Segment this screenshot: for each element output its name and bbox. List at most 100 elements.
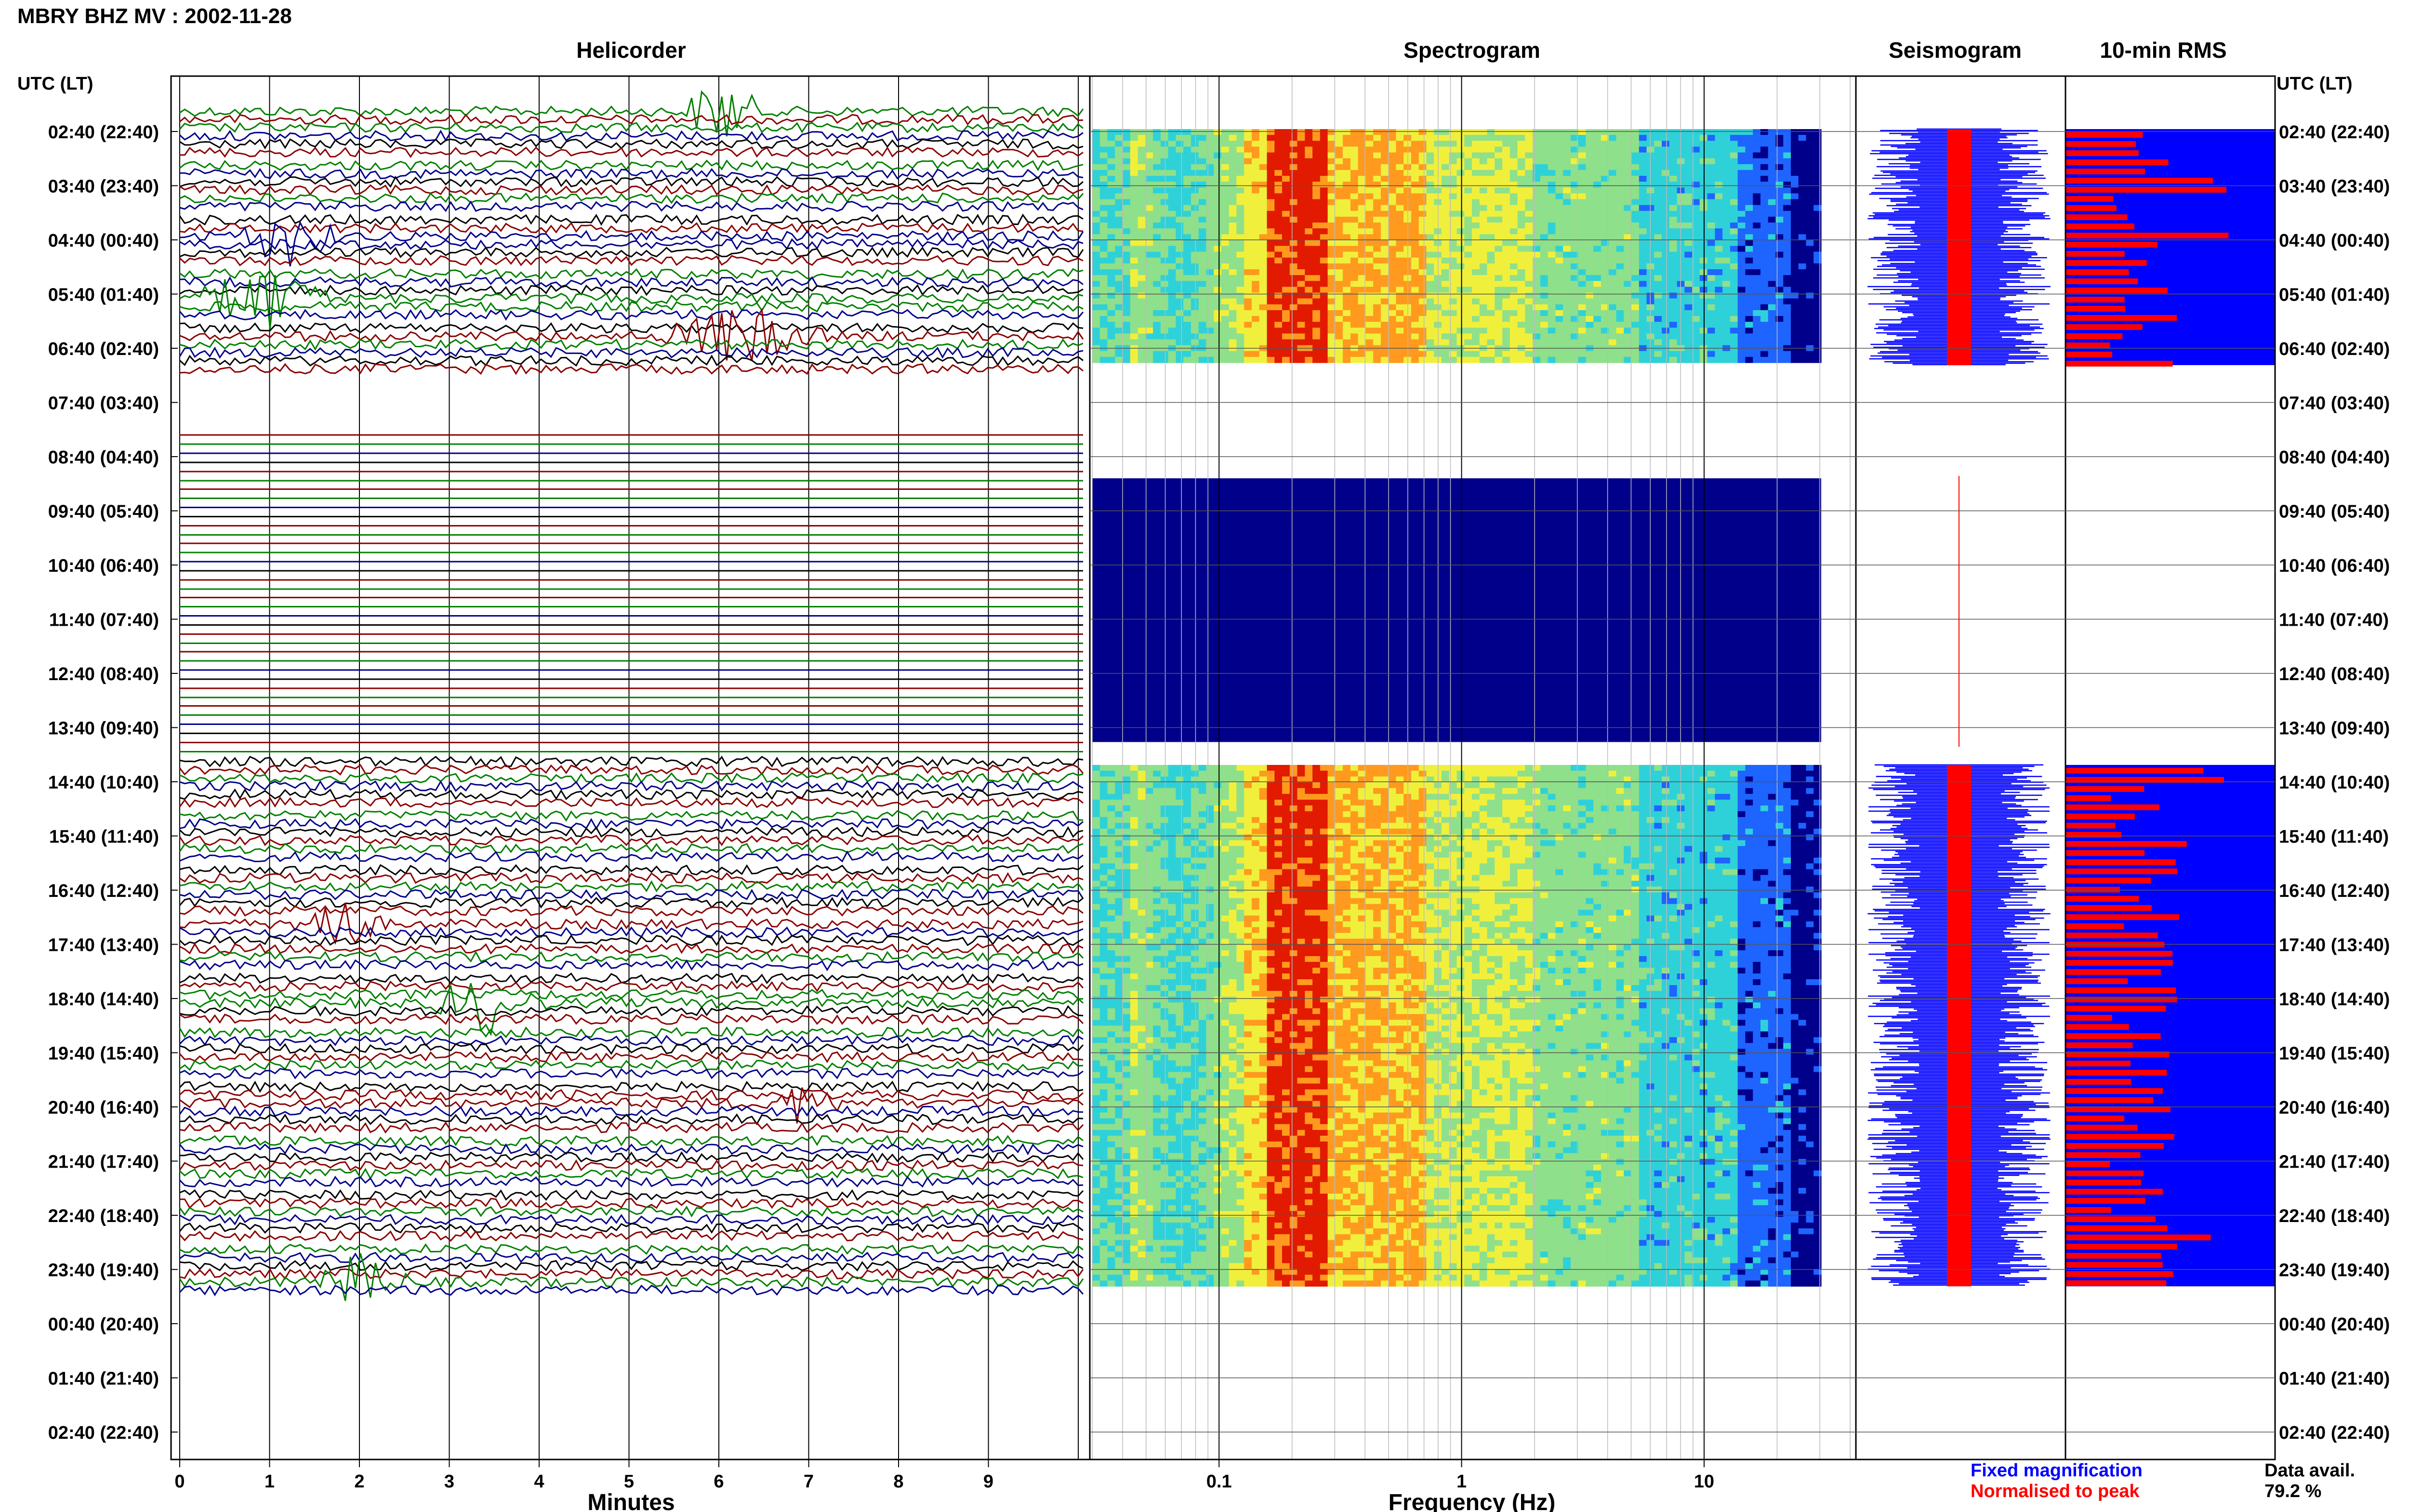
spectrogram-cell [1737, 298, 1746, 305]
spectrogram-cell [1533, 135, 1541, 141]
spectrogram-cell [1259, 199, 1268, 206]
spectrogram-cell [1343, 281, 1351, 287]
spectrogram-cell [1176, 152, 1184, 159]
spectrogram-cell [1593, 794, 1602, 800]
spectrogram-cell [1327, 322, 1336, 328]
spectrogram-cell [1176, 158, 1184, 165]
spectrogram-cell [1654, 216, 1662, 223]
spectrogram-cell [1791, 794, 1799, 800]
spectrogram-cell [1639, 240, 1647, 247]
spectrogram-cell [1426, 141, 1434, 147]
spectrogram-cell [1540, 292, 1549, 299]
spectrogram-cell [1138, 234, 1146, 240]
spectrogram-cell [1206, 234, 1214, 240]
spectrogram-cell [1396, 164, 1404, 171]
spectrogram-cell [1586, 269, 1594, 276]
spectrogram-cell [1327, 263, 1336, 270]
spectrogram-cell [1662, 788, 1670, 794]
spectrogram-cell [1168, 275, 1176, 281]
spectrogram-cell [1783, 322, 1791, 328]
spectrogram-cell [1282, 240, 1290, 247]
spectrogram-cell [1138, 205, 1146, 211]
spectrogram-cell [1282, 223, 1290, 229]
spectrogram-cell [1517, 269, 1525, 276]
spectrogram-cell [1426, 298, 1434, 305]
spectrogram-cell [1479, 817, 1488, 823]
spectrogram-cell [1327, 182, 1336, 188]
spectrogram-cell [1244, 794, 1252, 800]
spectrogram-cell [1684, 193, 1693, 200]
spectrogram-cell [1737, 771, 1746, 777]
spectrogram-cell [1517, 805, 1525, 812]
spectrogram-cell [1335, 292, 1343, 299]
spectrogram-cell [1289, 158, 1298, 165]
spectrogram-cell [1145, 782, 1153, 789]
spectrogram-cell [1525, 782, 1533, 789]
spectrogram-cell [1806, 176, 1814, 182]
spectrogram-cell [1783, 817, 1791, 823]
spectrogram-cell [1380, 164, 1389, 171]
spectrogram-cell [1586, 794, 1594, 800]
spectrogram-cell [1267, 135, 1275, 141]
spectrogram-cell [1578, 158, 1587, 165]
spectrogram-cell [1206, 152, 1214, 159]
spectrogram-cell [1380, 811, 1389, 817]
spectrogram-cell [1555, 328, 1563, 334]
spectrogram-cell [1335, 788, 1343, 794]
spectrogram-cell [1320, 298, 1328, 305]
spectrogram-cell [1183, 240, 1191, 247]
spectrogram-cell [1168, 805, 1176, 812]
spectrogram-cell [1411, 234, 1419, 240]
spectrogram-cell [1722, 316, 1731, 322]
spectrogram-cell [1487, 782, 1495, 789]
spectrogram-cell [1578, 240, 1587, 247]
spectrogram-cell [1456, 817, 1465, 823]
spectrogram-cell [1350, 275, 1359, 281]
spectrogram-cell [1715, 210, 1723, 217]
spectrogram-cell [1153, 292, 1161, 299]
spectrogram-cell [1487, 187, 1495, 194]
spectrogram-cell [1745, 146, 1753, 153]
spectrogram-cell [1236, 823, 1244, 829]
spectrogram-cell [1153, 811, 1161, 817]
spectrogram-cell [1221, 263, 1230, 270]
spectrogram-cell [1472, 817, 1480, 823]
spectrogram-cell [1426, 765, 1434, 771]
spectrogram-cell [1753, 199, 1761, 206]
spectrogram-cell [1502, 811, 1510, 817]
spectrogram-cell [1289, 823, 1298, 829]
spectrogram-cell [1509, 251, 1518, 258]
spectrogram-cell [1586, 152, 1594, 159]
spectrogram-cell [1274, 176, 1283, 182]
spectrogram-cell [1107, 823, 1115, 829]
spectrogram-cell [1153, 333, 1161, 340]
spectrogram-cell [1555, 228, 1563, 235]
spectrogram-cell [1183, 339, 1191, 346]
spectrogram-cell [1289, 193, 1298, 200]
spectrogram-cell [1639, 800, 1647, 806]
spectrogram-cell [1548, 170, 1556, 176]
spectrogram-cell [1343, 240, 1351, 247]
spectrogram-cell [1115, 158, 1123, 165]
spectrogram-cell [1813, 182, 1822, 188]
spectrogram-cell [1745, 322, 1753, 328]
spectrogram-cell [1343, 328, 1351, 334]
spectrogram-cell [1760, 788, 1769, 794]
spectrogram-cell [1191, 788, 1199, 794]
spectrogram-cell [1252, 210, 1260, 217]
spectrogram-cell [1533, 782, 1541, 789]
spectrogram-cell [1487, 210, 1495, 217]
spectrogram-cell [1115, 251, 1123, 258]
spectrogram-cell [1145, 257, 1153, 264]
spectrogram-cell [1320, 263, 1328, 270]
spectrogram-cell [1654, 246, 1662, 252]
spectrogram-cell [1388, 823, 1397, 829]
spectrogram-cell [1099, 251, 1108, 258]
spectrogram-cell [1608, 228, 1617, 235]
spectrogram-cell [1578, 269, 1587, 276]
helicorder-trace [179, 276, 1084, 288]
spectrogram-cell [1495, 187, 1503, 194]
spectrogram-cell [1229, 263, 1237, 270]
spectrogram-cell [1707, 298, 1715, 305]
spectrogram-cell [1411, 333, 1419, 340]
